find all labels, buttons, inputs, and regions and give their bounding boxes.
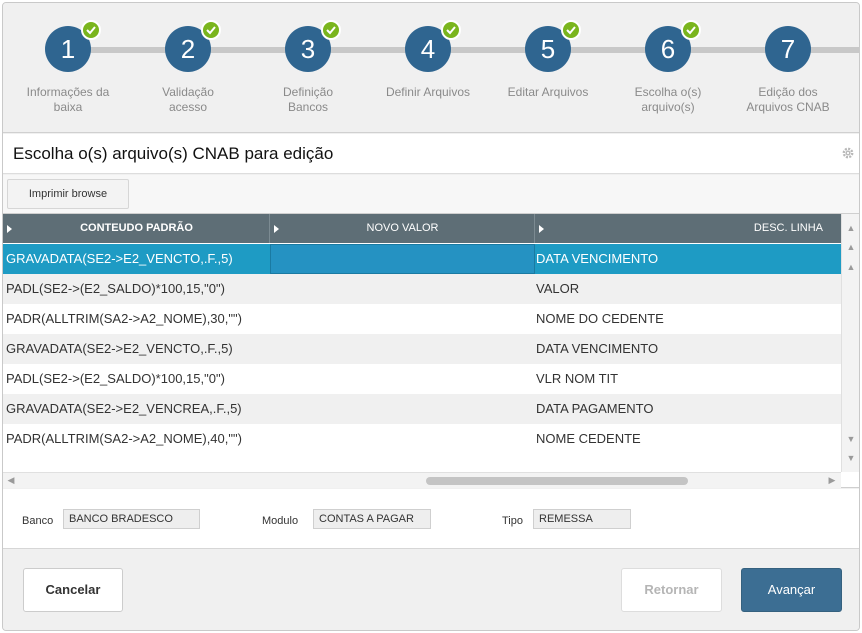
modulo-field: CONTAS A PAGAR: [313, 509, 431, 529]
cell-novo-valor[interactable]: [270, 244, 535, 274]
scroll-top-icon[interactable]: ▲: [845, 222, 857, 234]
table-row[interactable]: GRAVADATA(SE2->E2_VENCTO,.F.,5) DATA VEN…: [3, 334, 841, 364]
check-icon: [561, 20, 581, 40]
wizard-step-6: 6 Escolha o(s) arquivo(s): [608, 3, 728, 133]
scroll-thumb[interactable]: [426, 477, 688, 485]
step-label: Definição Bancos: [282, 85, 334, 114]
wizard-step-2: 2 Validação acesso: [128, 3, 248, 133]
cell-desc-linha: VALOR: [536, 281, 580, 296]
cnab-grid: CONTEUDO PADRÃO NOVO VALOR DESC. LINHA G…: [3, 213, 859, 488]
cell-desc-linha: VLR NOM TIT: [536, 371, 619, 386]
cell-desc-linha: NOME CEDENTE: [536, 431, 641, 446]
wizard-step-4: 4 Definir Arquivos: [368, 3, 488, 133]
cell-desc-linha: DATA VENCIMENTO: [536, 341, 659, 356]
step-label: Editar Arquivos: [507, 85, 589, 99]
table-row[interactable]: PADL(SE2->(E2_SALDO)*100,15,"0") VALOR: [3, 274, 841, 304]
page-title: Escolha o(s) arquivo(s) CNAB para edição: [13, 144, 334, 163]
check-icon: [681, 20, 701, 40]
banco-field: BANCO BRADESCO: [63, 509, 200, 529]
tipo-label: Tipo: [502, 515, 523, 527]
cancel-button[interactable]: Cancelar: [23, 568, 123, 612]
step-number-circle: 7: [765, 26, 811, 72]
step-label: Validação acesso: [162, 85, 214, 114]
step-label: Escolha o(s) arquivo(s): [634, 85, 702, 114]
cell-desc-linha: NOME DO CEDENTE: [536, 311, 664, 326]
cell-conteudo: GRAVADATA(SE2->E2_VENCREA,.F.,5): [6, 401, 242, 416]
file-info-fields: Banco BANCO BRADESCO Modulo CONTAS A PAG…: [3, 489, 859, 549]
cell-conteudo: GRAVADATA(SE2->E2_VENCTO,.F.,5): [6, 251, 233, 266]
vertical-scrollbar[interactable]: ▲ ▲ ▲ ▼ ▼: [841, 214, 859, 472]
wizard-step-5: 5 Editar Arquivos: [488, 3, 608, 133]
table-row[interactable]: GRAVADATA(SE2->E2_VENCTO,.F.,5) DATA VEN…: [3, 244, 841, 274]
cell-conteudo: GRAVADATA(SE2->E2_VENCTO,.F.,5): [6, 341, 233, 356]
sort-arrow-icon: [539, 225, 544, 233]
next-button[interactable]: Avançar: [741, 568, 842, 612]
wizard-window: 1 Informações da baixa 2 Validação acesso …: [2, 2, 860, 631]
banco-label: Banco: [22, 515, 54, 527]
horizontal-scrollbar[interactable]: ◀ ▶: [3, 472, 841, 488]
back-button[interactable]: Retornar: [621, 568, 722, 612]
cell-desc-linha: DATA PAGAMENTO: [536, 401, 654, 416]
table-row[interactable]: GRAVADATA(SE2->E2_VENCREA,.F.,5) DATA PA…: [3, 394, 841, 424]
wizard-step-7: 7 Edição dos Arquivos CNAB: [728, 3, 848, 133]
check-icon: [441, 20, 461, 40]
scroll-page-up-icon[interactable]: ▲: [845, 241, 857, 253]
scroll-down-icon[interactable]: ▼: [845, 433, 857, 445]
cell-conteudo: PADL(SE2->(E2_SALDO)*100,15,"0"): [6, 371, 225, 386]
check-icon: [81, 20, 101, 40]
print-browse-button[interactable]: Imprimir browse: [7, 179, 129, 209]
wizard-actions: Cancelar Retornar Avançar: [3, 550, 859, 630]
check-icon: [201, 20, 221, 40]
wizard-steps: 1 Informações da baixa 2 Validação acesso …: [3, 3, 859, 133]
column-header-conteudo[interactable]: CONTEUDO PADRÃO: [3, 214, 270, 243]
grid-toolbar: Imprimir browse: [3, 175, 859, 213]
tipo-field: REMESSA: [533, 509, 631, 529]
step-label: Edição dos Arquivos CNAB: [746, 85, 830, 114]
grid-header: CONTEUDO PADRÃO NOVO VALOR DESC. LINHA: [3, 214, 841, 243]
table-row[interactable]: PADL(SE2->(E2_SALDO)*100,15,"0") VLR NOM…: [3, 364, 841, 394]
cell-conteudo: PADR(ALLTRIM(SA2->A2_NOME),30,""): [6, 311, 242, 326]
table-row[interactable]: PADR(ALLTRIM(SA2->A2_NOME),30,"") NOME D…: [3, 304, 841, 334]
column-header-desc-linha[interactable]: DESC. LINHA: [535, 214, 841, 243]
table-row[interactable]: PADR(ALLTRIM(SA2->A2_NOME),40,"") NOME C…: [3, 424, 841, 454]
step-label: Definir Arquivos: [385, 85, 471, 99]
column-header-novo-valor[interactable]: NOVO VALOR: [270, 214, 535, 243]
step-label: Informações da baixa: [26, 85, 110, 114]
scroll-up-icon[interactable]: ▲: [845, 261, 857, 273]
gear-icon[interactable]: [841, 146, 855, 165]
check-icon: [321, 20, 341, 40]
wizard-step-3: 3 Definição Bancos: [248, 3, 368, 133]
scroll-page-down-icon[interactable]: ▼: [845, 452, 857, 464]
scroll-right-icon[interactable]: ▶: [826, 474, 838, 486]
cell-desc-linha: DATA VENCIMENTO: [536, 251, 659, 266]
cell-conteudo: PADL(SE2->(E2_SALDO)*100,15,"0"): [6, 281, 225, 296]
title-bar: Escolha o(s) arquivo(s) CNAB para edição: [3, 134, 859, 174]
wizard-step-1: 1 Informações da baixa: [8, 3, 128, 133]
cell-conteudo: PADR(ALLTRIM(SA2->A2_NOME),40,""): [6, 431, 242, 446]
scroll-left-icon[interactable]: ◀: [5, 474, 17, 486]
modulo-label: Modulo: [262, 515, 299, 527]
